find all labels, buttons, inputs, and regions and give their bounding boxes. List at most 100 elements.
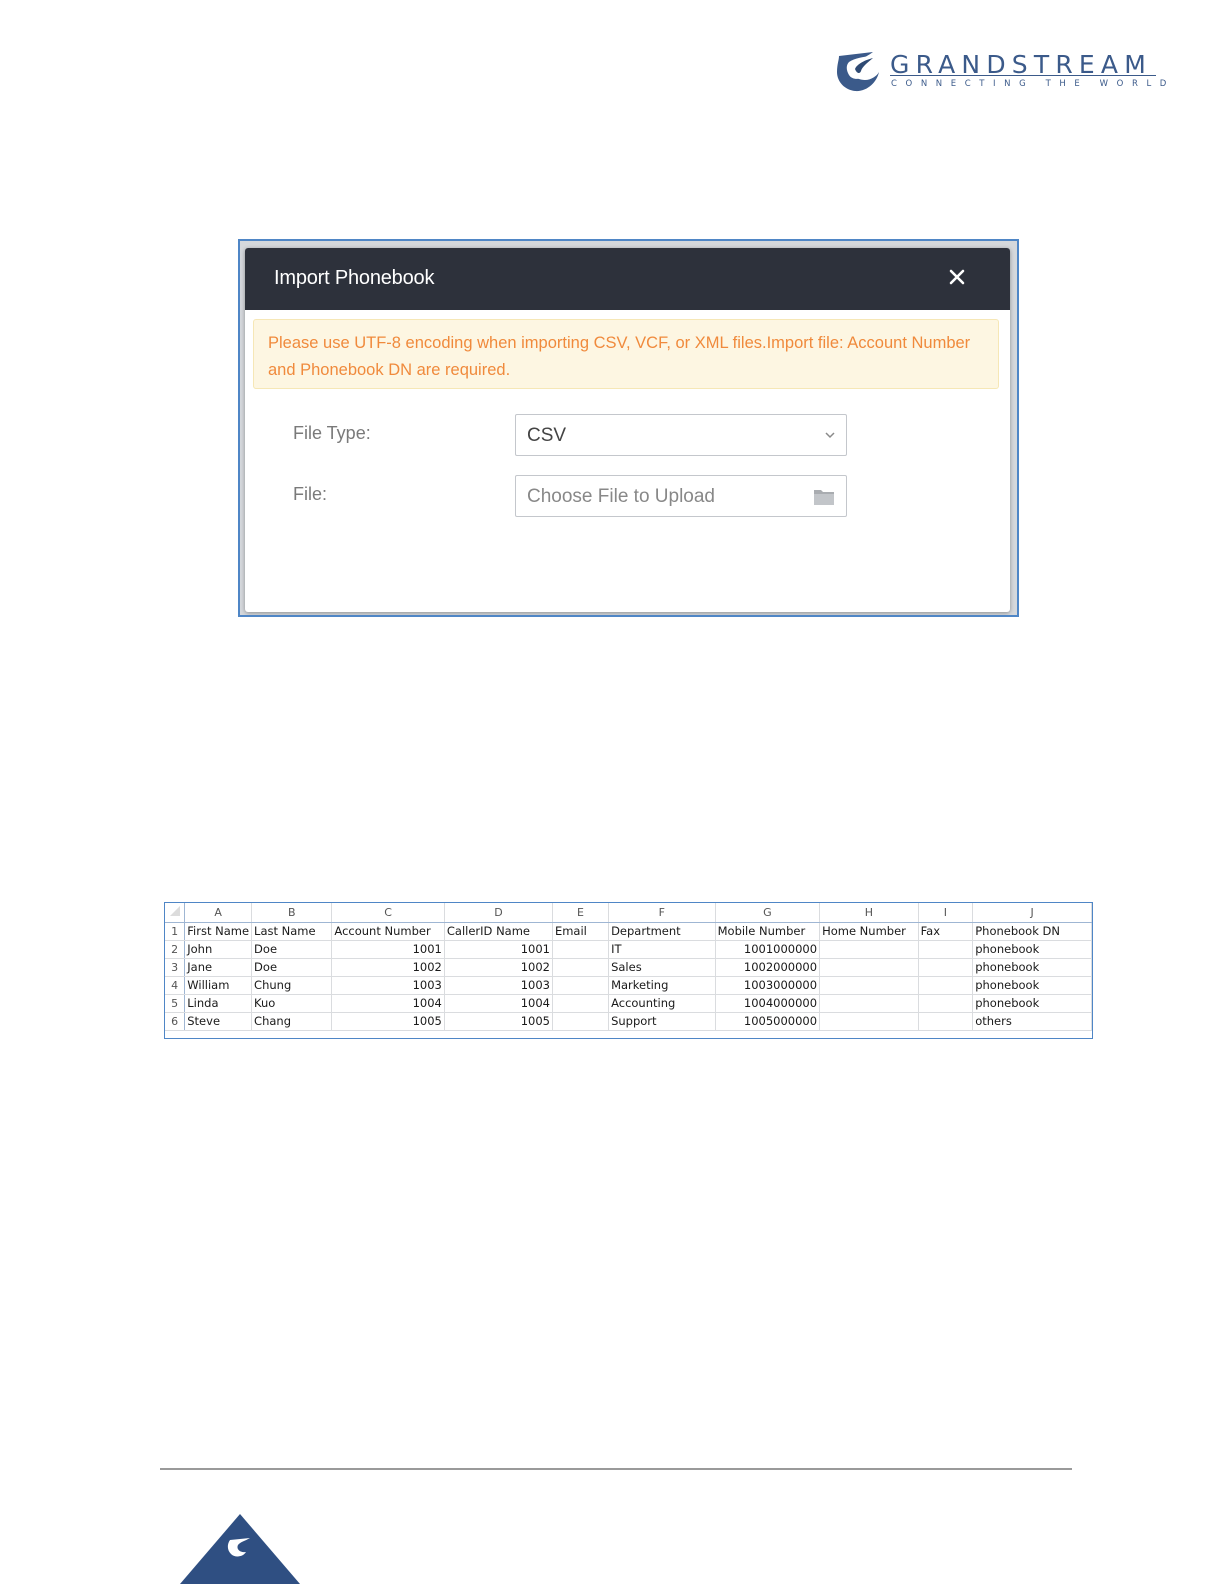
table-cell[interactable]: Sales <box>608 958 716 977</box>
table-cell[interactable] <box>819 976 919 995</box>
table-cell[interactable] <box>552 976 610 995</box>
header-cell[interactable]: Last Name <box>251 922 333 941</box>
header-cell[interactable]: CallerID Name <box>444 922 553 941</box>
spreadsheet-grid: A B C D E F G H I J 1 First Name Last Na… <box>165 903 1092 1031</box>
table-cell[interactable]: 1002000000 <box>715 958 821 977</box>
table-cell[interactable] <box>552 1012 610 1031</box>
table-cell[interactable]: 1003000000 <box>715 976 821 995</box>
column-letter[interactable]: B <box>251 903 333 923</box>
table-row: 4 William Chung 1003 1003 Marketing 1003… <box>165 976 1092 995</box>
column-letter[interactable]: J <box>972 903 1092 923</box>
table-cell[interactable]: Jane <box>184 958 253 977</box>
dialog-header: Import Phonebook <box>245 248 1010 310</box>
column-letter[interactable]: E <box>552 903 610 923</box>
table-cell[interactable]: Steve <box>184 1012 253 1031</box>
table-cell[interactable] <box>918 1012 974 1031</box>
column-letter[interactable]: D <box>444 903 553 923</box>
header-cell[interactable]: Department <box>608 922 716 941</box>
logo-tagline: CONNECTING THE WORLD <box>891 79 1175 89</box>
table-cell[interactable]: 1004 <box>444 994 553 1013</box>
table-cell[interactable]: Chang <box>251 1012 333 1031</box>
logo-divider <box>890 75 1156 76</box>
table-cell[interactable] <box>918 958 974 977</box>
table-cell[interactable] <box>819 1012 919 1031</box>
table-cell[interactable]: 1005 <box>444 1012 553 1031</box>
table-cell[interactable]: phonebook <box>972 940 1092 959</box>
file-type-label: File Type: <box>293 423 371 443</box>
table-cell[interactable]: phonebook <box>972 958 1092 977</box>
folder-icon[interactable] <box>813 487 835 506</box>
dialog-title: Import Phonebook <box>274 267 435 289</box>
encoding-notice: Please use UTF-8 encoding when importing… <box>253 319 999 389</box>
table-row: 2 John Doe 1001 1001 IT 1001000000 phone… <box>165 940 1092 959</box>
table-header-row: 1 First Name Last Name Account Number Ca… <box>165 922 1092 941</box>
select-all-corner[interactable] <box>165 903 186 923</box>
row-number[interactable]: 3 <box>165 958 186 977</box>
header-cell[interactable]: First Name <box>184 922 253 941</box>
table-cell[interactable] <box>918 976 974 995</box>
row-number[interactable]: 1 <box>165 922 186 941</box>
header-cell[interactable]: Email <box>552 922 610 941</box>
footer-divider <box>160 1468 1072 1470</box>
table-cell[interactable]: 1005 <box>331 1012 445 1031</box>
table-cell[interactable] <box>819 940 919 959</box>
table-cell[interactable]: Doe <box>251 958 333 977</box>
row-number[interactable]: 5 <box>165 994 186 1013</box>
table-row: 3 Jane Doe 1002 1002 Sales 1002000000 ph… <box>165 958 1092 977</box>
table-cell[interactable]: 1004 <box>331 994 445 1013</box>
table-cell[interactable] <box>819 994 919 1013</box>
header-cell[interactable]: Mobile Number <box>715 922 821 941</box>
table-cell[interactable]: 1001000000 <box>715 940 821 959</box>
row-number[interactable]: 6 <box>165 1012 186 1031</box>
file-type-select[interactable]: CSV <box>515 414 847 456</box>
table-cell[interactable]: 1005000000 <box>715 1012 821 1031</box>
table-cell[interactable]: 1002 <box>444 958 553 977</box>
column-letter[interactable]: H <box>819 903 919 923</box>
close-icon[interactable] <box>946 266 968 288</box>
header-cell[interactable]: Phonebook DN <box>972 922 1092 941</box>
column-letter[interactable]: G <box>715 903 821 923</box>
table-row: 5 Linda Kuo 1004 1004 Accounting 1004000… <box>165 994 1092 1013</box>
column-letter[interactable]: I <box>918 903 974 923</box>
table-cell[interactable]: Marketing <box>608 976 716 995</box>
table-cell[interactable] <box>552 958 610 977</box>
table-cell[interactable]: 1004000000 <box>715 994 821 1013</box>
table-cell[interactable]: William <box>184 976 253 995</box>
grandstream-logo-icon <box>837 52 879 92</box>
table-cell[interactable]: phonebook <box>972 976 1092 995</box>
table-cell[interactable]: 1002 <box>331 958 445 977</box>
column-letter[interactable]: A <box>184 903 253 923</box>
table-cell[interactable]: phonebook <box>972 994 1092 1013</box>
table-cell[interactable]: Doe <box>251 940 333 959</box>
table-cell[interactable]: 1003 <box>444 976 553 995</box>
table-cell[interactable] <box>819 958 919 977</box>
table-cell[interactable]: 1001 <box>331 940 445 959</box>
header-cell[interactable]: Account Number <box>331 922 445 941</box>
import-dialog-screenshot: Import Phonebook Please use UTF-8 encodi… <box>238 239 1019 617</box>
table-cell[interactable]: 1003 <box>331 976 445 995</box>
table-cell[interactable]: Chung <box>251 976 333 995</box>
row-number[interactable]: 4 <box>165 976 186 995</box>
column-letter[interactable]: F <box>608 903 716 923</box>
table-cell[interactable]: Accounting <box>608 994 716 1013</box>
header-cell[interactable]: Fax <box>918 922 974 941</box>
csv-example-spreadsheet: A B C D E F G H I J 1 First Name Last Na… <box>164 902 1093 1039</box>
column-letter[interactable]: C <box>331 903 445 923</box>
table-cell[interactable]: Support <box>608 1012 716 1031</box>
file-upload-placeholder: Choose File to Upload <box>527 486 715 507</box>
table-cell[interactable] <box>552 994 610 1013</box>
table-row: 6 Steve Chang 1005 1005 Support 10050000… <box>165 1012 1092 1031</box>
header-cell[interactable]: Home Number <box>819 922 919 941</box>
table-cell[interactable]: IT <box>608 940 716 959</box>
row-number[interactable]: 2 <box>165 940 186 959</box>
chevron-down-icon <box>825 432 835 439</box>
table-cell[interactable]: John <box>184 940 253 959</box>
table-cell[interactable] <box>918 994 974 1013</box>
table-cell[interactable] <box>918 940 974 959</box>
table-cell[interactable]: Linda <box>184 994 253 1013</box>
table-cell[interactable]: Kuo <box>251 994 333 1013</box>
table-cell[interactable]: 1001 <box>444 940 553 959</box>
table-cell[interactable] <box>552 940 610 959</box>
table-cell[interactable]: others <box>972 1012 1092 1031</box>
file-upload-input[interactable]: Choose File to Upload <box>515 475 847 517</box>
